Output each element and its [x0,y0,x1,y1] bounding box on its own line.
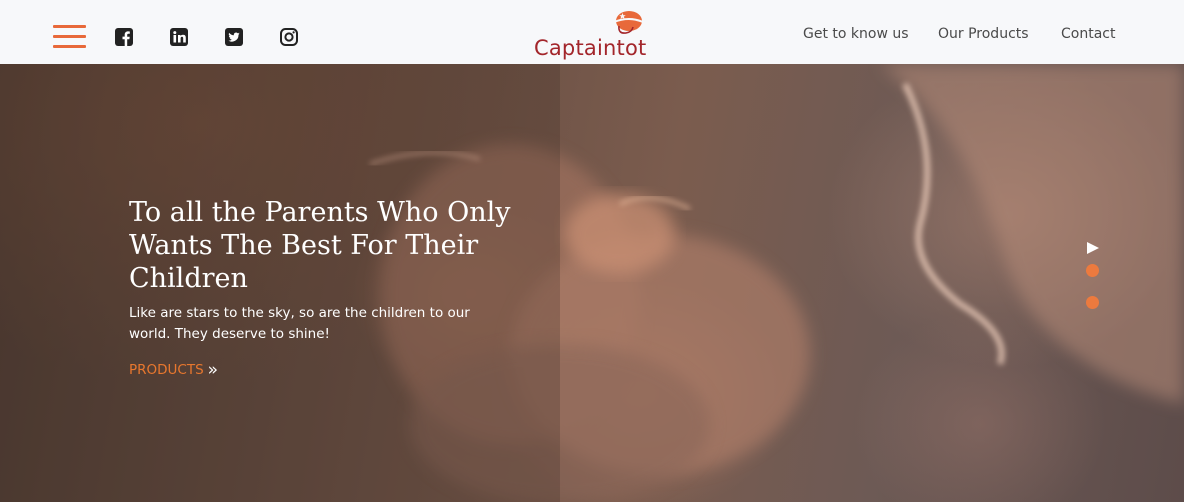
hamburger-line [53,25,86,28]
captaintot-logo[interactable]: Captaintot [532,6,652,62]
twitter-icon[interactable] [224,27,244,47]
hamburger-line [53,35,86,38]
linkedin-icon[interactable] [169,27,189,47]
hamburger-menu-icon[interactable] [53,25,86,49]
hero-title: To all the Parents Who Only Wants The Be… [129,197,511,294]
hero-subtitle: Like are stars to the sky, so are the ch… [129,305,470,342]
nav-contact[interactable]: Contact [1061,26,1115,42]
double-chevron-right-icon: » [207,360,219,380]
products-link[interactable]: PRODUCTS » [129,360,219,380]
slider-dot[interactable] [1086,296,1099,309]
hero-banner: To all the Parents Who Only Wants The Be… [0,64,1184,502]
facebook-icon[interactable] [114,27,134,47]
slider-dot[interactable] [1086,264,1099,277]
instagram-icon[interactable] [279,27,299,47]
slider-play-icon[interactable] [1086,241,1100,255]
top-navbar: Captaintot Get to know us Our Products C… [0,0,1184,64]
nav-get-to-know-us[interactable]: Get to know us [803,26,909,42]
nav-our-products[interactable]: Our Products [938,26,1029,42]
logo-text: Captaintot [534,36,647,60]
hamburger-line [53,45,86,48]
captain-hat-logo-icon [613,11,644,34]
products-link-label: PRODUCTS [129,362,204,378]
